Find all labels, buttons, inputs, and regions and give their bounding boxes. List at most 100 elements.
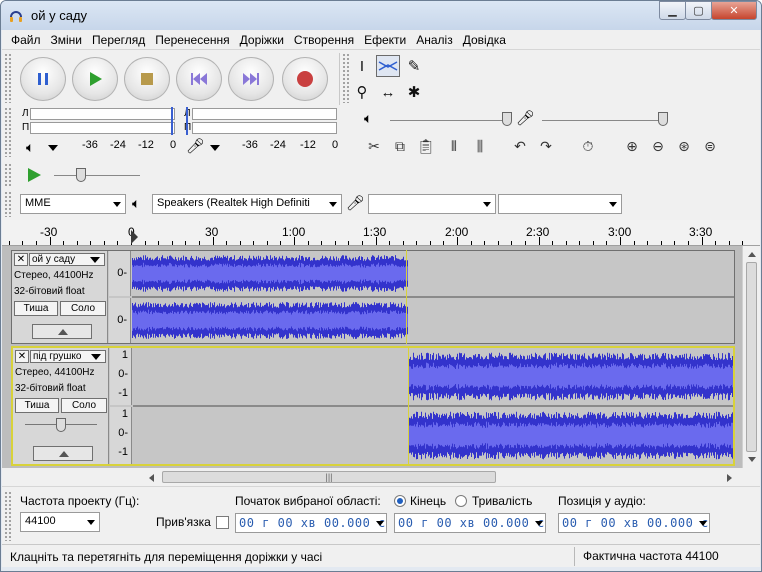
skip-to-end-button[interactable]: [228, 57, 274, 101]
selection-end-time[interactable]: 00 г 00 хв 00.000 с: [394, 513, 546, 533]
audio-track-selected[interactable]: ✕ під грушко Стерео, 44100Hz 32-бітовий …: [11, 346, 735, 466]
fit-selection-icon[interactable]: ⊛: [672, 135, 696, 157]
track-close-button[interactable]: ✕: [15, 350, 29, 363]
input-volume-slider[interactable]: [542, 120, 660, 121]
track-control-panel: ✕ під грушко Стерео, 44100Hz 32-бітовий …: [13, 348, 109, 464]
waveform-channel[interactable]: [132, 251, 734, 296]
output-volume-thumb[interactable]: [502, 112, 512, 126]
minimize-button[interactable]: ▁: [659, 1, 686, 20]
speed-slider[interactable]: [54, 175, 140, 176]
menu-edit[interactable]: Зміни: [46, 33, 88, 47]
length-radio[interactable]: [455, 495, 467, 507]
speed-slider-thumb[interactable]: [76, 168, 86, 182]
scroll-left-icon[interactable]: [148, 473, 156, 483]
mute-button[interactable]: Тиша: [15, 398, 59, 413]
output-volume-slider[interactable]: [390, 120, 508, 121]
maximize-button[interactable]: ▢: [685, 1, 712, 20]
track-name-menu[interactable]: ой у саду: [29, 253, 105, 266]
speaker-icon[interactable]: 🔈︎: [26, 139, 34, 156]
menu-generate[interactable]: Створення: [289, 33, 359, 47]
rec-tick: 0: [332, 139, 339, 151]
envelope-tool-icon[interactable]: [376, 55, 400, 77]
record-meter-menu-icon[interactable]: [210, 145, 220, 151]
menu-analyze[interactable]: Аналіз: [411, 33, 457, 47]
timeline-ruler[interactable]: -30 0 30 1:00 1:30 2:00 2:30 3:00 3:30: [2, 220, 760, 246]
selection-tool-icon[interactable]: I: [350, 55, 374, 77]
scale-label: 0-: [118, 368, 128, 380]
pause-button[interactable]: [20, 57, 66, 101]
mute-button[interactable]: Тиша: [14, 301, 58, 316]
waveform-channel[interactable]: [133, 348, 733, 405]
sync-lock-icon[interactable]: ⏱︎: [576, 135, 600, 157]
solo-button[interactable]: Соло: [60, 301, 106, 316]
waveform-channel[interactable]: [132, 298, 734, 343]
menu-file[interactable]: Файл: [6, 33, 46, 47]
vertical-scale: 0-: [109, 251, 131, 296]
vertical-scroll-thumb[interactable]: [746, 262, 757, 452]
input-volume-thumb[interactable]: [658, 112, 668, 126]
selection-toolbar: Частота проекту (Гц): 44100 Прив'язка По…: [2, 486, 760, 544]
copy-icon[interactable]: ⧉: [388, 135, 412, 157]
ruler-tick: [484, 241, 485, 245]
zoom-in-icon[interactable]: ⊕: [620, 135, 644, 157]
paste-icon[interactable]: 📋︎: [414, 135, 438, 157]
snap-to-checkbox[interactable]: [216, 516, 229, 529]
draw-tool-icon[interactable]: ✎: [402, 55, 426, 77]
skip-to-start-button[interactable]: [176, 57, 222, 101]
time-shift-tool-icon[interactable]: ↔: [376, 81, 400, 103]
vertical-scrollbar[interactable]: [742, 246, 760, 468]
silence-icon[interactable]: ⫼: [468, 135, 492, 157]
menu-transport[interactable]: Перенесення: [150, 33, 234, 47]
zoom-out-icon[interactable]: ⊖: [646, 135, 670, 157]
waveform-channel[interactable]: [133, 407, 733, 464]
ruler-label: 30: [205, 225, 219, 239]
playback-meter-left[interactable]: [30, 108, 175, 120]
record-button[interactable]: [282, 57, 328, 101]
horizontal-scroll-thumb[interactable]: |||: [162, 471, 496, 483]
menu-view[interactable]: Перегляд: [87, 33, 150, 47]
input-channels-select[interactable]: [498, 194, 622, 214]
horizontal-scrollbar[interactable]: |||: [2, 468, 760, 486]
cut-icon[interactable]: ✂: [362, 135, 386, 157]
solo-button[interactable]: Соло: [61, 398, 107, 413]
menu-effects[interactable]: Ефекти: [359, 33, 411, 47]
vertical-scale: 0-: [109, 298, 131, 343]
play-at-speed-icon[interactable]: [26, 167, 42, 183]
input-device-select[interactable]: [368, 194, 496, 214]
scroll-right-icon[interactable]: [726, 473, 734, 483]
play-button[interactable]: [72, 57, 118, 101]
menu-tracks[interactable]: Доріжки: [235, 33, 289, 47]
track-name-menu[interactable]: під грушко: [30, 350, 106, 363]
output-device-select[interactable]: Speakers (Realtek High Definiti: [152, 194, 342, 214]
scroll-down-icon[interactable]: [747, 456, 757, 464]
playback-meter-right[interactable]: [30, 122, 175, 134]
scroll-up-icon[interactable]: [747, 250, 757, 258]
menu-help[interactable]: Довідка: [458, 33, 511, 47]
selection-start-time[interactable]: 00 г 00 хв 00.000 с: [235, 513, 387, 533]
end-radio[interactable]: [394, 495, 406, 507]
audio-track[interactable]: ✕ ой у саду Стерео, 44100Hz 32-бітовий f…: [11, 250, 735, 344]
project-rate-select[interactable]: 44100: [20, 512, 100, 532]
collapse-track-button[interactable]: [32, 324, 92, 339]
redo-icon[interactable]: ↷: [534, 135, 558, 157]
playback-meter-menu-icon[interactable]: [48, 145, 58, 151]
collapse-track-button[interactable]: [33, 446, 93, 461]
audio-position-time[interactable]: 00 г 00 хв 00.000 с: [558, 513, 710, 533]
multi-tool-icon[interactable]: ✱: [402, 81, 426, 103]
trim-icon[interactable]: ⫴: [442, 135, 466, 157]
record-meter-left[interactable]: [192, 108, 337, 120]
close-window-button[interactable]: ✕: [711, 1, 757, 20]
stop-button[interactable]: [124, 57, 170, 101]
track-close-button[interactable]: ✕: [14, 253, 28, 266]
zoom-tool-icon[interactable]: ⚲: [350, 81, 374, 103]
playhead-marker-icon[interactable]: [128, 230, 140, 246]
record-meter-right[interactable]: [192, 122, 337, 134]
microphone-icon[interactable]: 🎤︎: [186, 137, 205, 155]
toolbar-grip-icon[interactable]: [4, 491, 12, 541]
undo-icon[interactable]: ↶: [508, 135, 532, 157]
gain-slider-thumb[interactable]: [56, 418, 66, 432]
edit-toolbar: ✂ ⧉ 📋︎ ⫴ ⫼ ↶ ↷ ⏱︎ ⊕ ⊖ ⊛ ⊜: [354, 133, 754, 161]
ruler-tick: [498, 241, 499, 245]
audio-host-select[interactable]: MME: [20, 194, 126, 214]
fit-project-icon[interactable]: ⊜: [698, 135, 722, 157]
